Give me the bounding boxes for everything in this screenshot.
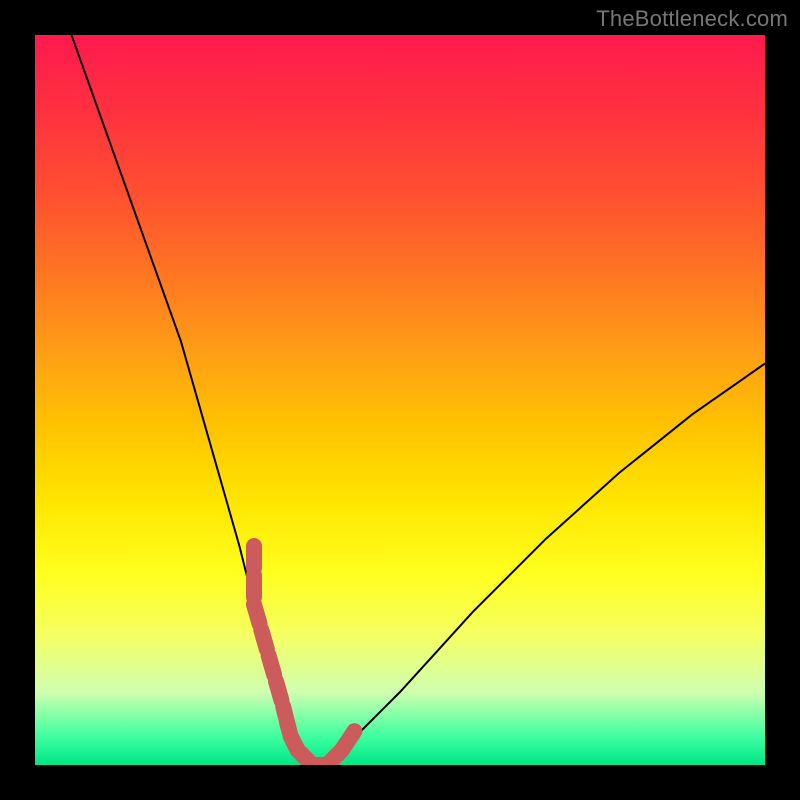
bottleneck-curve	[72, 35, 766, 765]
highlight-segment	[276, 681, 282, 700]
highlight-segment	[349, 731, 355, 739]
highlight-segment	[269, 656, 275, 675]
chart-plot-area	[35, 35, 765, 765]
highlight-segment	[254, 604, 260, 623]
highlight-segments	[254, 546, 354, 765]
highlight-segment	[261, 630, 267, 649]
bottleneck-curve-svg	[35, 35, 765, 765]
watermark-text: TheBottleneck.com	[596, 6, 788, 32]
